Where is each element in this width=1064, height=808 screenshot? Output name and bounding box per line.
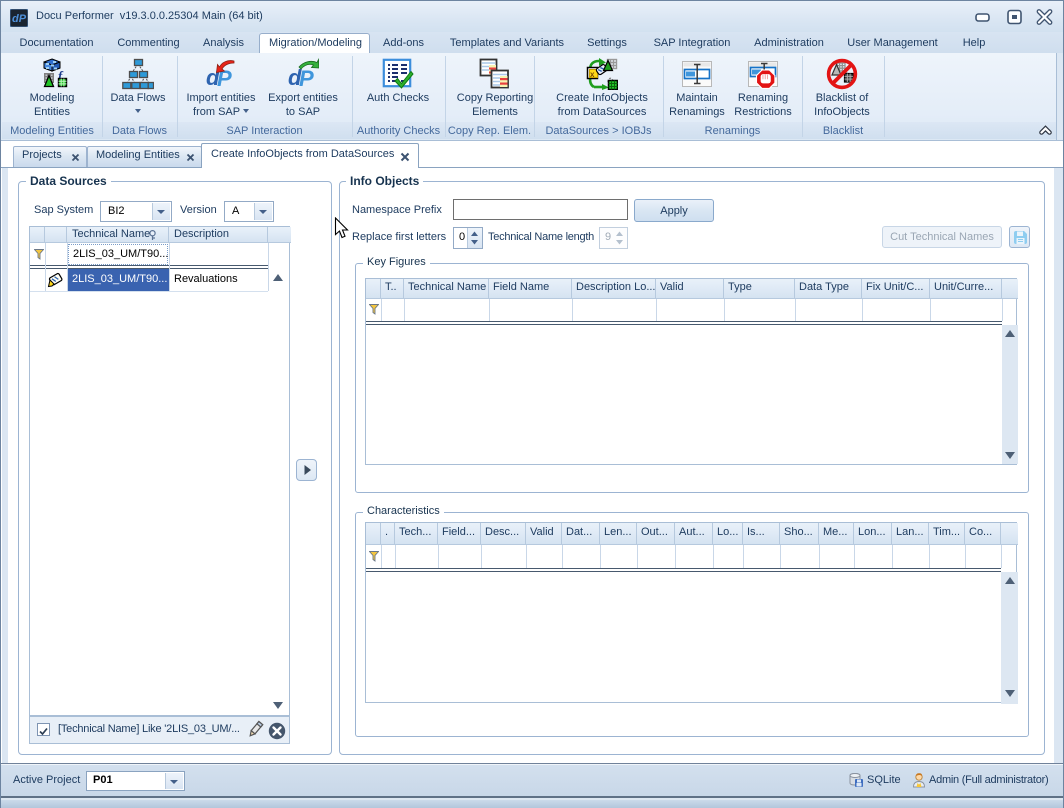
svg-text:P: P	[299, 66, 314, 90]
svg-text:x: x	[590, 70, 595, 79]
svg-text:dP: dP	[12, 13, 27, 25]
